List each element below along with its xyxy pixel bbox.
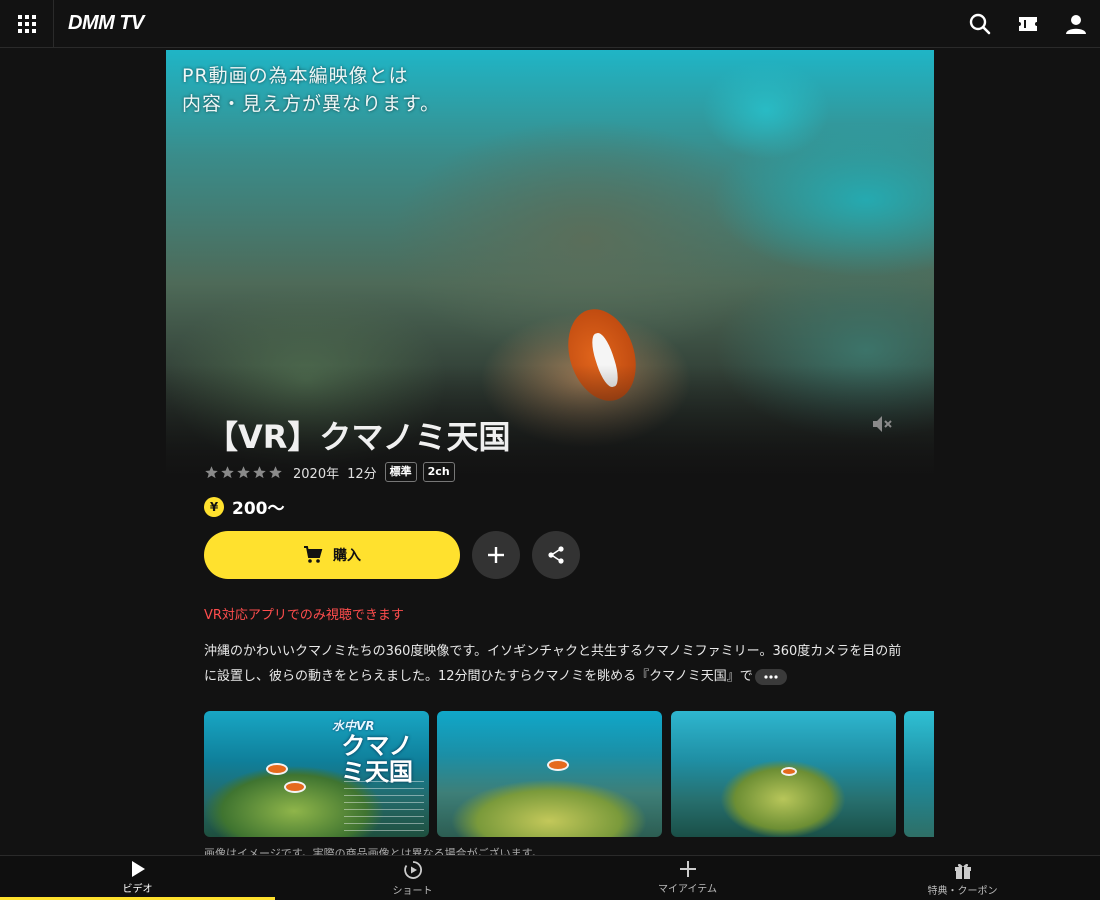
cart-icon	[304, 546, 323, 563]
screenshot-thumbnail[interactable]	[671, 711, 896, 837]
nav-item-short[interactable]: ショート	[275, 856, 550, 900]
audio-badge: 2ch	[422, 462, 455, 482]
grid-menu-button[interactable]	[0, 0, 54, 48]
star-icon	[253, 465, 266, 478]
hero-caption: PR動画の為本編映像とは 内容・見え方が異なります。	[182, 62, 440, 118]
clownfish-image	[284, 781, 306, 793]
star-icon	[269, 465, 282, 478]
thumbnail-title-big: クマノミ天国	[341, 732, 413, 786]
thumbnail-text-block	[344, 781, 424, 833]
star-icon	[205, 465, 218, 478]
meta-row: 2020年 12分 標準 2ch	[204, 460, 461, 484]
screenshot-thumbnail[interactable]	[437, 711, 662, 837]
clownfish-image	[781, 767, 797, 776]
plus-icon	[679, 861, 696, 877]
description: 沖縄のかわいいクマノミたちの360度映像です。イソギンチャクと共生するクマノミフ…	[204, 639, 904, 689]
screenshot-thumbnail[interactable]	[904, 711, 934, 837]
search-button[interactable]	[968, 12, 992, 36]
short-play-icon	[403, 861, 422, 879]
screenshot-thumbnail[interactable]: 水中VR クマノミ天国	[204, 711, 429, 837]
hero-caption-line2: 内容・見え方が異なります。	[182, 93, 441, 115]
account-button[interactable]	[1064, 12, 1088, 36]
ticket-button[interactable]	[1016, 12, 1040, 36]
quality-badge: 標準	[384, 462, 417, 482]
expand-description-button[interactable]	[754, 668, 787, 685]
ticket-icon	[1019, 17, 1037, 31]
dmm-tv-logo[interactable]: DMM TV	[68, 12, 144, 35]
ellipsis-icon	[764, 674, 778, 679]
star-icon	[237, 465, 250, 478]
grid-menu-icon	[17, 15, 36, 33]
description-text: 沖縄のかわいいクマノミたちの360度映像です。イソギンチャクと共生するクマノミフ…	[204, 644, 902, 684]
gift-icon	[954, 863, 971, 879]
price-row: ¥ 200〜	[204, 494, 285, 519]
mute-button[interactable]	[870, 412, 894, 436]
page-title: 【VR】クマノミ天国	[206, 418, 511, 456]
add-to-list-button[interactable]	[472, 531, 520, 579]
buy-button[interactable]: 購入	[204, 531, 460, 579]
speaker-muted-icon	[873, 416, 892, 432]
nav-label-my-items: マイアイテム	[658, 884, 717, 895]
screenshot-carousel[interactable]: 水中VR クマノミ天国	[204, 711, 934, 837]
nav-item-perks[interactable]: 特典・クーポン	[825, 856, 1100, 900]
nav-item-video[interactable]: ビデオ	[0, 856, 275, 900]
nav-label-short: ショート	[392, 886, 433, 897]
user-icon	[1066, 15, 1086, 34]
hero-video[interactable]: PR動画の為本編映像とは 内容・見え方が異なります。 【VR】クマノミ天国	[166, 50, 934, 475]
rating-stars	[204, 465, 283, 480]
duration: 12分	[347, 466, 377, 482]
plus-icon	[488, 547, 504, 563]
nav-label-perks: 特典・クーポン	[927, 886, 998, 897]
hero-caption-line1: PR動画の為本編映像とは	[182, 65, 409, 87]
nav-label-video: ビデオ	[122, 884, 153, 895]
top-header: DMM TV	[0, 0, 1100, 48]
play-icon	[131, 861, 145, 877]
nav-item-my-items[interactable]: マイアイテム	[550, 856, 825, 900]
yen-icon: ¥	[204, 496, 224, 517]
release-year: 2020年	[293, 466, 340, 482]
star-icon	[221, 465, 234, 478]
bottom-nav: ビデオ ショート マイアイテム 特典・クーポン	[0, 855, 1100, 900]
share-icon	[548, 546, 564, 564]
vr-only-notice: VR対応アプリでのみ視聴できます	[204, 608, 404, 623]
search-icon	[969, 13, 991, 35]
share-button[interactable]	[532, 531, 580, 579]
clownfish-image	[266, 763, 288, 775]
clownfish-image	[547, 759, 569, 771]
buy-label: 購入	[333, 548, 361, 564]
price-value: 200〜	[232, 499, 285, 519]
